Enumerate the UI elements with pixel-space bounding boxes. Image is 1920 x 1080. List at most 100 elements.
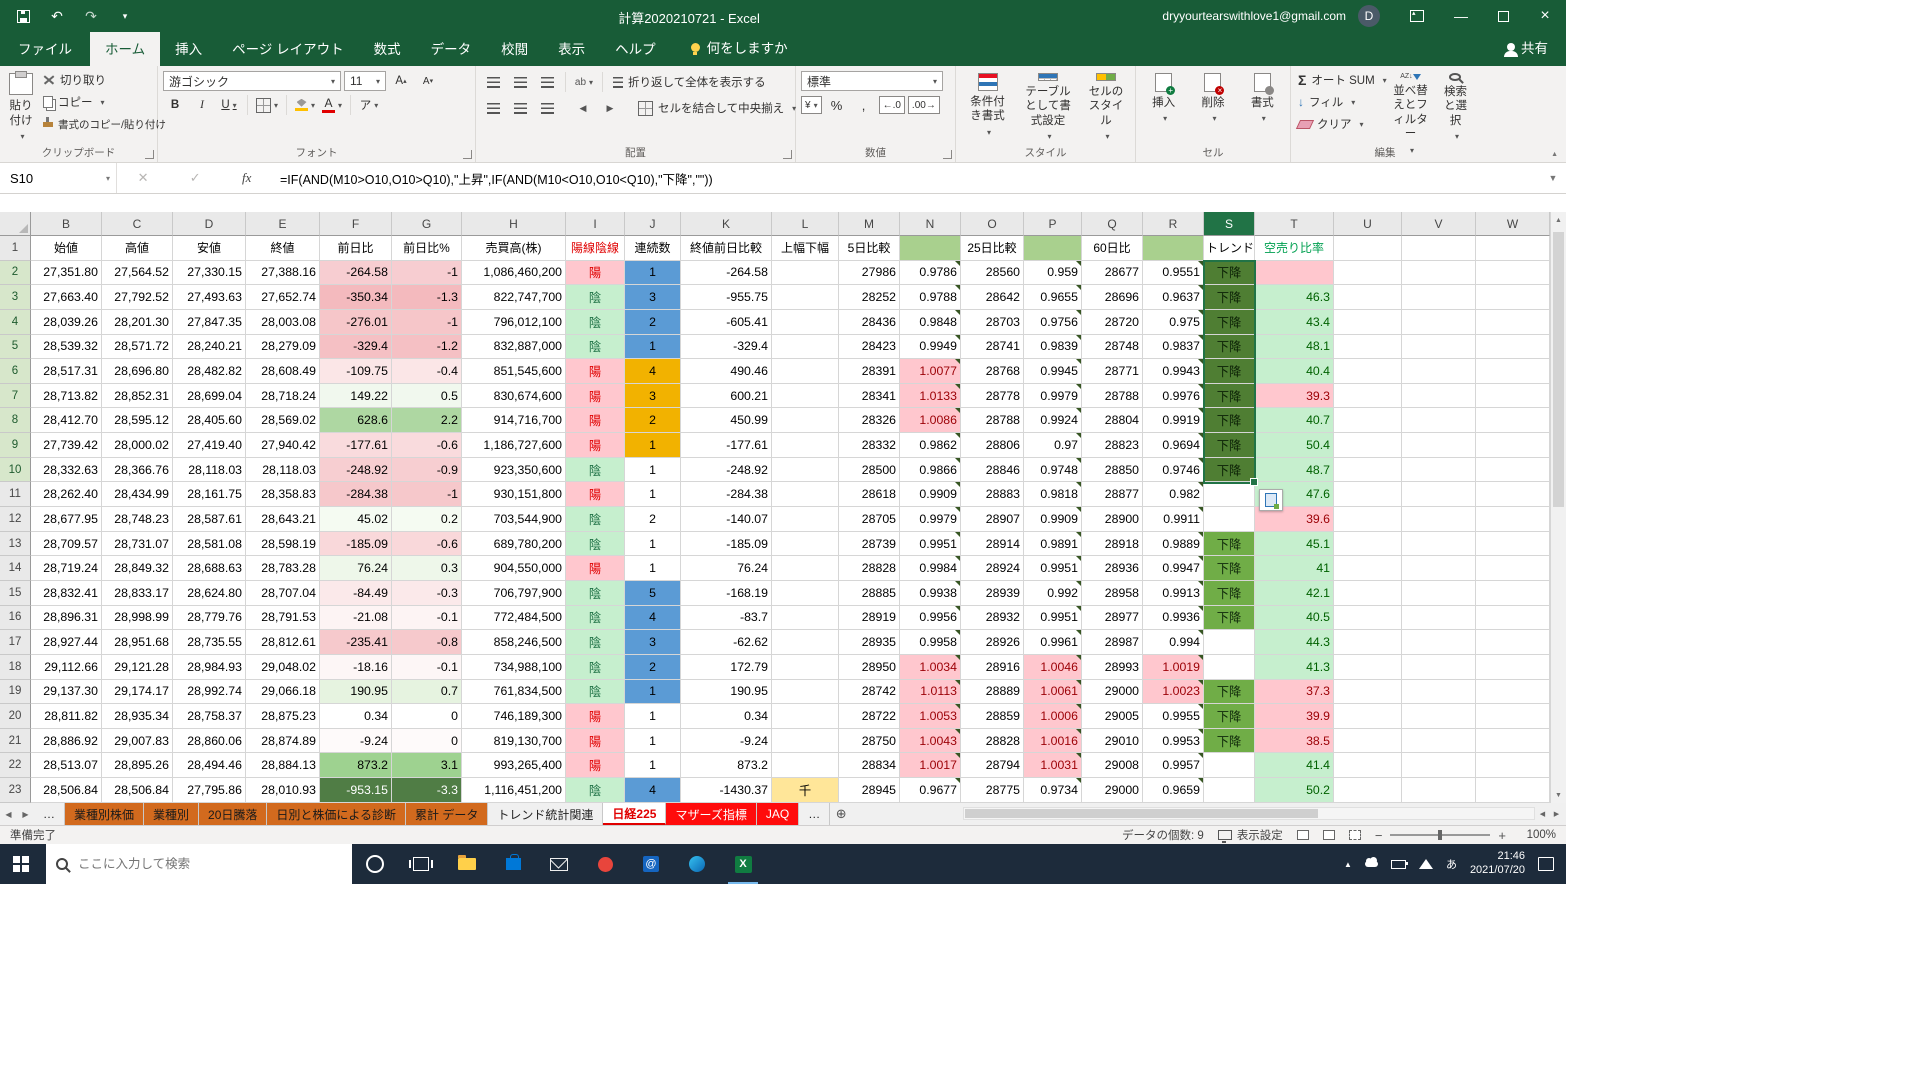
cell-C15[interactable]: 28,833.17 [102,581,173,606]
cell-I11[interactable]: 陽 [566,482,625,507]
action-center-button[interactable] [1538,857,1554,871]
horizontal-scroll-thumb[interactable] [965,809,1318,818]
cell-J19[interactable]: 1 [625,680,681,705]
cell-I12[interactable]: 陰 [566,507,625,532]
cell-H18[interactable]: 734,988,100 [462,655,566,680]
start-button[interactable] [0,844,46,884]
cell-R8[interactable]: 0.9919 [1143,408,1204,433]
cell-O22[interactable]: 28794 [961,753,1024,778]
cell-F3[interactable]: -350.34 [320,285,392,310]
cell-P11[interactable]: 0.9818 [1024,482,1082,507]
cell-L17[interactable] [772,630,839,655]
cell-J22[interactable]: 1 [625,753,681,778]
cell-D5[interactable]: 28,240.21 [173,335,246,360]
dialog-launcher-icon[interactable] [463,150,472,159]
cell-V10[interactable] [1402,458,1476,483]
cell-E9[interactable]: 27,940.42 [246,433,320,458]
row-header-8[interactable]: 8 [0,408,31,433]
cell-I3[interactable]: 陰 [566,285,625,310]
cell-U14[interactable] [1334,556,1402,581]
header-cell-I1[interactable]: 陽線陰線 [566,236,625,261]
column-header-J[interactable]: J [625,212,681,236]
cell-Q14[interactable]: 28936 [1082,556,1143,581]
cell-N8[interactable]: 1.0086 [900,408,961,433]
cell-B15[interactable]: 28,832.41 [31,581,102,606]
header-cell-P1[interactable] [1024,236,1082,261]
cell-C6[interactable]: 28,696.80 [102,359,173,384]
cell-F23[interactable]: -953.15 [320,778,392,803]
tab-挿入[interactable]: 挿入 [160,31,217,66]
cell-F7[interactable]: 149.22 [320,384,392,409]
sheet-tab-日経225[interactable]: 日経225 [603,803,666,825]
cell-U21[interactable] [1334,729,1402,754]
cell-U16[interactable] [1334,606,1402,631]
cell-W10[interactable] [1476,458,1550,483]
cell-P21[interactable]: 1.0016 [1024,729,1082,754]
undo-button[interactable]: ↶ [48,7,66,25]
sheet-tab-…[interactable]: … [34,803,65,825]
cell-M8[interactable]: 28326 [839,408,900,433]
scroll-down-icon[interactable]: ▼ [1551,787,1566,803]
cell-Q5[interactable]: 28748 [1082,335,1143,360]
column-header-C[interactable]: C [102,212,173,236]
cell-K18[interactable]: 172.79 [681,655,772,680]
cell-C5[interactable]: 28,571.72 [102,335,173,360]
cell-S18[interactable] [1204,655,1255,680]
cell-L21[interactable] [772,729,839,754]
cell-E17[interactable]: 28,812.61 [246,630,320,655]
cell-J4[interactable]: 2 [625,310,681,335]
cell-O14[interactable]: 28924 [961,556,1024,581]
cell-E7[interactable]: 28,718.24 [246,384,320,409]
cell-C17[interactable]: 28,951.68 [102,630,173,655]
cell-K5[interactable]: -329.4 [681,335,772,360]
row-header-18[interactable]: 18 [0,655,31,680]
cell-S2[interactable]: 下降 [1204,261,1255,286]
cell-S14[interactable]: 下降 [1204,556,1255,581]
cell-P19[interactable]: 1.0061 [1024,680,1082,705]
cell-E21[interactable]: 28,874.89 [246,729,320,754]
cell-N10[interactable]: 0.9866 [900,458,961,483]
cell-O9[interactable]: 28806 [961,433,1024,458]
cell-M19[interactable]: 28742 [839,680,900,705]
cell-W12[interactable] [1476,507,1550,532]
cell-J16[interactable]: 4 [625,606,681,631]
cell-I13[interactable]: 陰 [566,532,625,557]
cell-H11[interactable]: 930,151,800 [462,482,566,507]
cell-D12[interactable]: 28,587.61 [173,507,246,532]
cell-M21[interactable]: 28750 [839,729,900,754]
cell-V13[interactable] [1402,532,1476,557]
format-painter-button[interactable]: 書式のコピー/貼り付け [39,113,170,135]
cell-H23[interactable]: 1,116,451,200 [462,778,566,803]
row-header-11[interactable]: 11 [0,482,31,507]
cell-J2[interactable]: 1 [625,261,681,286]
cell-L10[interactable] [772,458,839,483]
cell-S16[interactable]: 下降 [1204,606,1255,631]
cell-C20[interactable]: 28,935.34 [102,704,173,729]
cell-E3[interactable]: 27,652.74 [246,285,320,310]
dialog-launcher-icon[interactable] [943,150,952,159]
cell-P13[interactable]: 0.9891 [1024,532,1082,557]
cell-W2[interactable] [1476,261,1550,286]
collapse-ribbon-icon[interactable]: ▲ [1551,151,1558,158]
cell-H17[interactable]: 858,246,500 [462,630,566,655]
cell-L8[interactable] [772,408,839,433]
cell-I17[interactable]: 陰 [566,630,625,655]
cell-T7[interactable]: 39.3 [1255,384,1334,409]
cell-J21[interactable]: 1 [625,729,681,754]
cell-O13[interactable]: 28914 [961,532,1024,557]
cell-S12[interactable] [1204,507,1255,532]
new-sheet-button[interactable]: ⊕ [830,803,852,825]
row-header-4[interactable]: 4 [0,310,31,335]
cell-C21[interactable]: 29,007.83 [102,729,173,754]
cell-W11[interactable] [1476,482,1550,507]
column-header-Q[interactable]: Q [1082,212,1143,236]
row-header-14[interactable]: 14 [0,556,31,581]
cell-G7[interactable]: 0.5 [392,384,462,409]
cell-H5[interactable]: 832,887,000 [462,335,566,360]
cell-O15[interactable]: 28939 [961,581,1024,606]
cell-P4[interactable]: 0.9756 [1024,310,1082,335]
font-color-button[interactable]: A [320,95,344,115]
increase-decimal-button[interactable]: ←.0 [879,96,905,114]
cell-T21[interactable]: 38.5 [1255,729,1334,754]
cell-I9[interactable]: 陽 [566,433,625,458]
